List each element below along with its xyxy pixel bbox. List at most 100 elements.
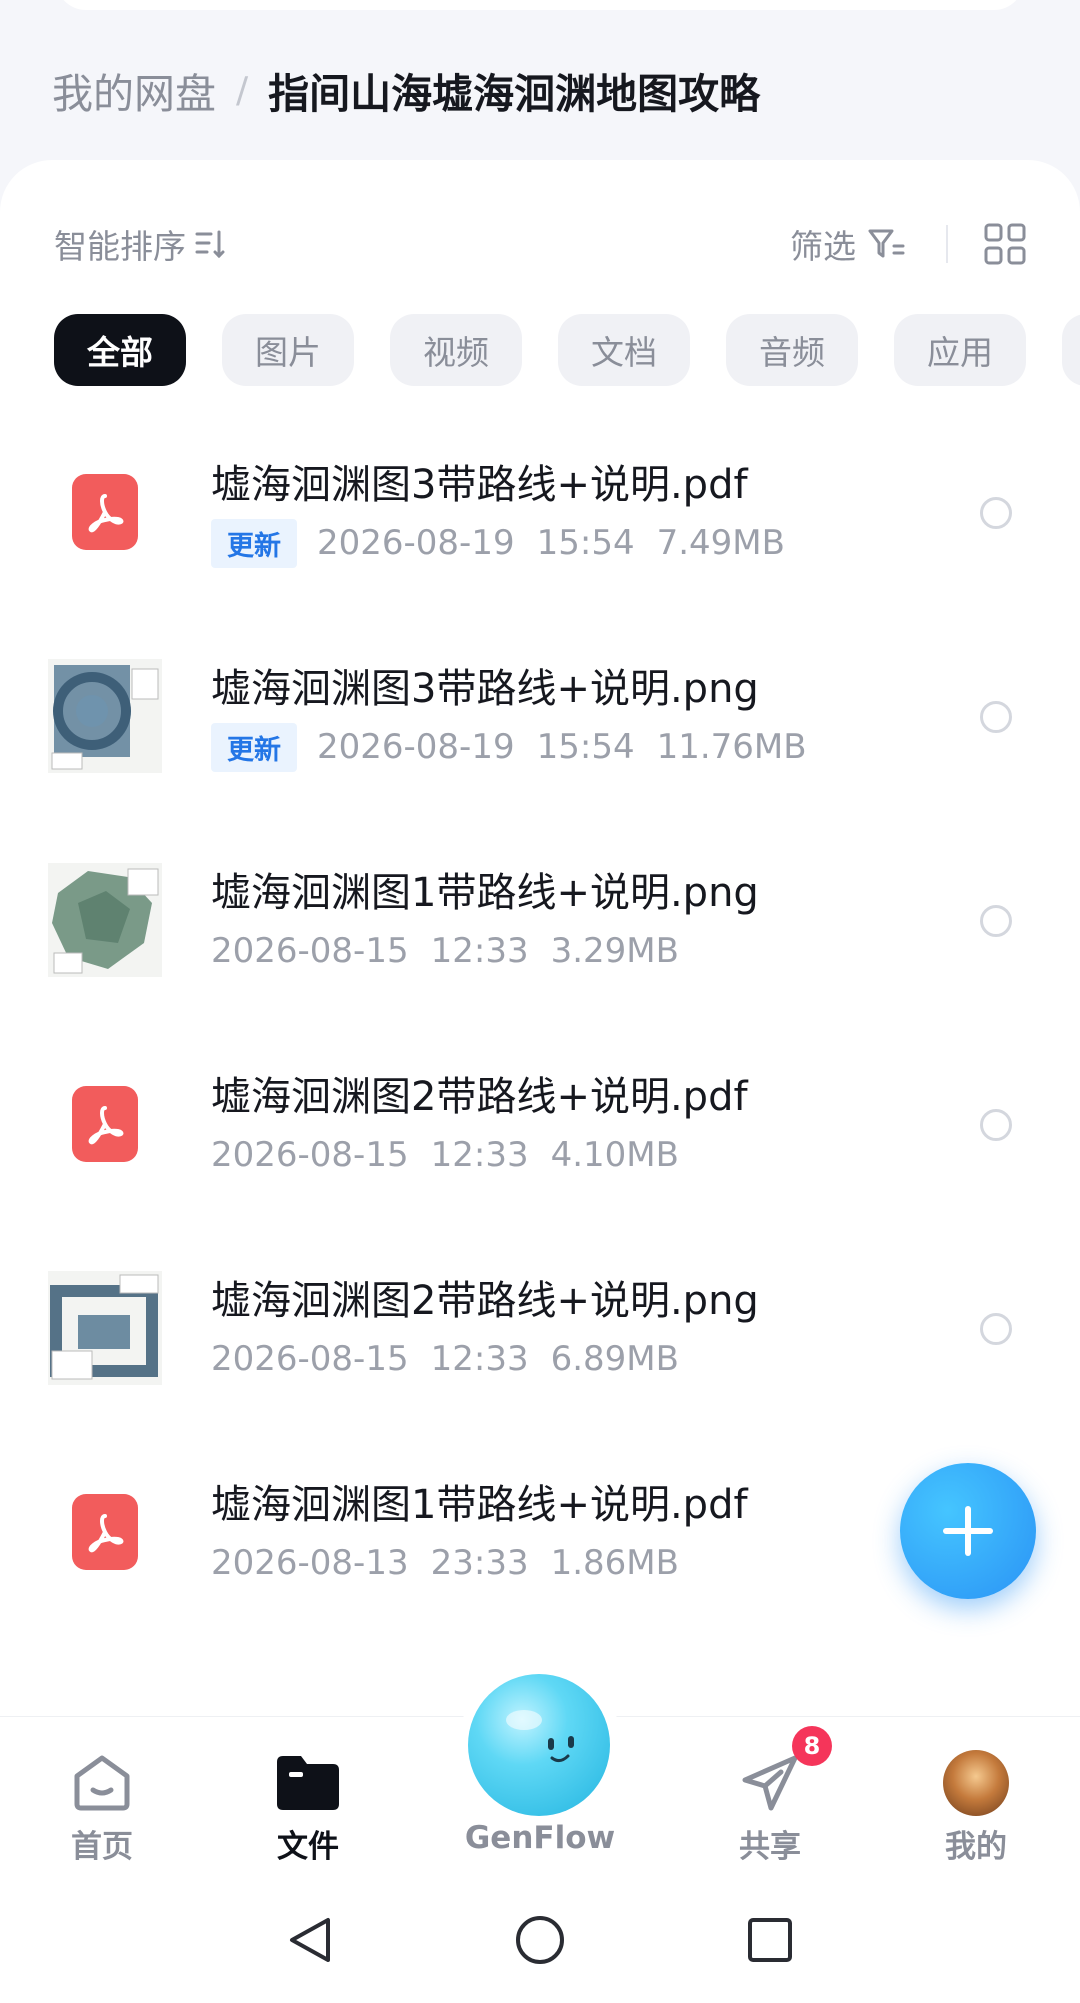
map-image-thumbnail [48, 863, 162, 977]
file-row[interactable]: 墟海洄渊图3带路线+说明.pdf 更新 2026-08-19 15:54 7.4… [0, 410, 1080, 614]
select-checkbox[interactable] [980, 497, 1012, 529]
search-bar[interactable] [56, 0, 1024, 10]
file-name: 墟海洄渊图3带路线+说明.png [211, 666, 759, 712]
file-meta: 2026-08-15 12:33 4.10MB [211, 1132, 679, 1178]
file-date: 2026-08-19 [317, 727, 515, 767]
file-date: 2026-08-13 [211, 1543, 409, 1583]
genflow-button[interactable] [468, 1674, 610, 1816]
nav-home-label: 首页 [71, 1829, 133, 1865]
tab-images[interactable]: 图片 [222, 314, 354, 386]
file-time: 15:54 [536, 727, 635, 767]
file-size: 3.29MB [550, 931, 679, 971]
file-thumbnail [48, 1475, 162, 1589]
sort-label: 智能排序 [54, 227, 186, 266]
nav-mine[interactable]: 我的 [906, 1747, 1046, 1866]
tab-more[interactable] [1062, 314, 1080, 386]
genflow-label: GenFlow [464, 1820, 616, 1856]
update-badge: 更新 [211, 722, 297, 772]
file-time: 12:33 [430, 931, 529, 971]
nav-files[interactable]: 文件 [238, 1747, 378, 1866]
system-nav-bar [0, 1876, 1080, 2003]
file-thumbnail [48, 1271, 162, 1385]
recents-square-icon[interactable] [744, 1914, 796, 1966]
tab-apps[interactable]: 应用 [894, 314, 1026, 386]
list-toolbar: 智能排序 筛选 [54, 216, 1026, 272]
update-badge: 更新 [211, 518, 297, 568]
genflow-face-icon [506, 1710, 574, 1763]
share-notification-badge: 8 [792, 1726, 832, 1766]
file-row[interactable]: 墟海洄渊图2带路线+说明.pdf 2026-08-15 12:33 4.10MB [0, 1022, 1080, 1226]
map-image-thumbnail [48, 659, 162, 773]
avatar [943, 1750, 1009, 1816]
file-size: 1.86MB [550, 1543, 679, 1583]
file-thumbnail [48, 1067, 162, 1181]
tab-audio[interactable]: 音频 [726, 314, 858, 386]
file-size: 7.49MB [656, 523, 785, 563]
filter-icon [868, 229, 905, 258]
file-meta: 2026-08-15 12:33 6.89MB [211, 1336, 679, 1382]
file-date: 2026-08-19 [317, 523, 515, 563]
map-image-thumbnail [48, 1271, 162, 1385]
back-triangle-icon[interactable] [284, 1914, 336, 1966]
nav-mine-label: 我的 [945, 1829, 1007, 1865]
file-date: 2026-08-15 [211, 931, 409, 971]
select-checkbox[interactable] [980, 1109, 1012, 1141]
file-row[interactable]: 墟海洄渊图2带路线+说明.png 2026-08-15 12:33 6.89MB [0, 1226, 1080, 1430]
folder-icon [277, 1756, 339, 1810]
share-send-icon [742, 1755, 798, 1811]
select-checkbox[interactable] [980, 701, 1012, 733]
file-row[interactable]: 墟海洄渊图3带路线+说明.png 更新 2026-08-19 15:54 11.… [0, 614, 1080, 818]
tab-all[interactable]: 全部 [54, 314, 186, 386]
toolbar-divider [946, 225, 948, 263]
file-name: 墟海洄渊图3带路线+说明.pdf [211, 462, 748, 508]
tab-documents[interactable]: 文档 [558, 314, 690, 386]
select-checkbox[interactable] [980, 1313, 1012, 1345]
toolbar-actions: 筛选 [790, 220, 1026, 268]
add-button[interactable] [900, 1463, 1036, 1599]
app-screen: 我的网盘 / 指间山海墟海洄渊地图攻略 智能排序 筛选 全部 图片 视频 文档 … [0, 0, 1080, 2003]
file-time: 12:33 [430, 1135, 529, 1175]
grid-view-icon[interactable] [984, 223, 1026, 265]
file-time: 12:33 [430, 1339, 529, 1379]
file-thumbnail [48, 863, 162, 977]
select-checkbox[interactable] [980, 905, 1012, 937]
file-date: 2026-08-15 [211, 1135, 409, 1175]
file-meta: 更新 2026-08-19 15:54 11.76MB [211, 722, 807, 772]
nav-home[interactable]: 首页 [32, 1747, 172, 1866]
file-name: 墟海洄渊图2带路线+说明.png [211, 1278, 759, 1324]
file-name: 墟海洄渊图2带路线+说明.pdf [211, 1074, 748, 1120]
breadcrumb: 我的网盘 / 指间山海墟海洄渊地图攻略 [52, 60, 761, 120]
file-size: 11.76MB [656, 727, 807, 767]
pdf-icon [72, 1494, 138, 1570]
file-list: 墟海洄渊图3带路线+说明.pdf 更新 2026-08-19 15:54 7.4… [0, 410, 1080, 1634]
pdf-icon [72, 1086, 138, 1162]
breadcrumb-separator: / [236, 69, 249, 111]
plus-icon [943, 1506, 993, 1556]
filter-label: 筛选 [790, 227, 856, 266]
filter-button[interactable]: 筛选 [790, 220, 906, 268]
pdf-icon [72, 474, 138, 550]
sort-button[interactable]: 智能排序 [54, 220, 228, 268]
home-circle-icon[interactable] [514, 1914, 566, 1966]
file-thumbnail [48, 659, 162, 773]
nav-share-label: 共享 [739, 1829, 801, 1865]
home-icon [74, 1755, 130, 1811]
file-size: 6.89MB [550, 1339, 679, 1379]
file-name: 墟海洄渊图1带路线+说明.pdf [211, 1482, 748, 1528]
file-time: 23:33 [430, 1543, 529, 1583]
file-name: 墟海洄渊图1带路线+说明.png [211, 870, 759, 916]
file-meta: 2026-08-15 12:33 3.29MB [211, 928, 679, 974]
category-tabs: 全部 图片 视频 文档 音频 应用 [54, 314, 1080, 386]
file-row[interactable]: 墟海洄渊图1带路线+说明.png 2026-08-15 12:33 3.29MB [0, 818, 1080, 1022]
nav-share[interactable]: 共享 [700, 1747, 840, 1866]
file-meta: 更新 2026-08-19 15:54 7.49MB [211, 518, 785, 568]
sort-icon [195, 230, 225, 259]
nav-files-label: 文件 [277, 1829, 339, 1865]
tab-videos[interactable]: 视频 [390, 314, 522, 386]
file-date: 2026-08-15 [211, 1339, 409, 1379]
file-size: 4.10MB [550, 1135, 679, 1175]
file-time: 15:54 [536, 523, 635, 563]
breadcrumb-root[interactable]: 我的网盘 [52, 60, 216, 120]
breadcrumb-current: 指间山海墟海洄渊地图攻略 [268, 70, 761, 118]
file-thumbnail [48, 455, 162, 569]
